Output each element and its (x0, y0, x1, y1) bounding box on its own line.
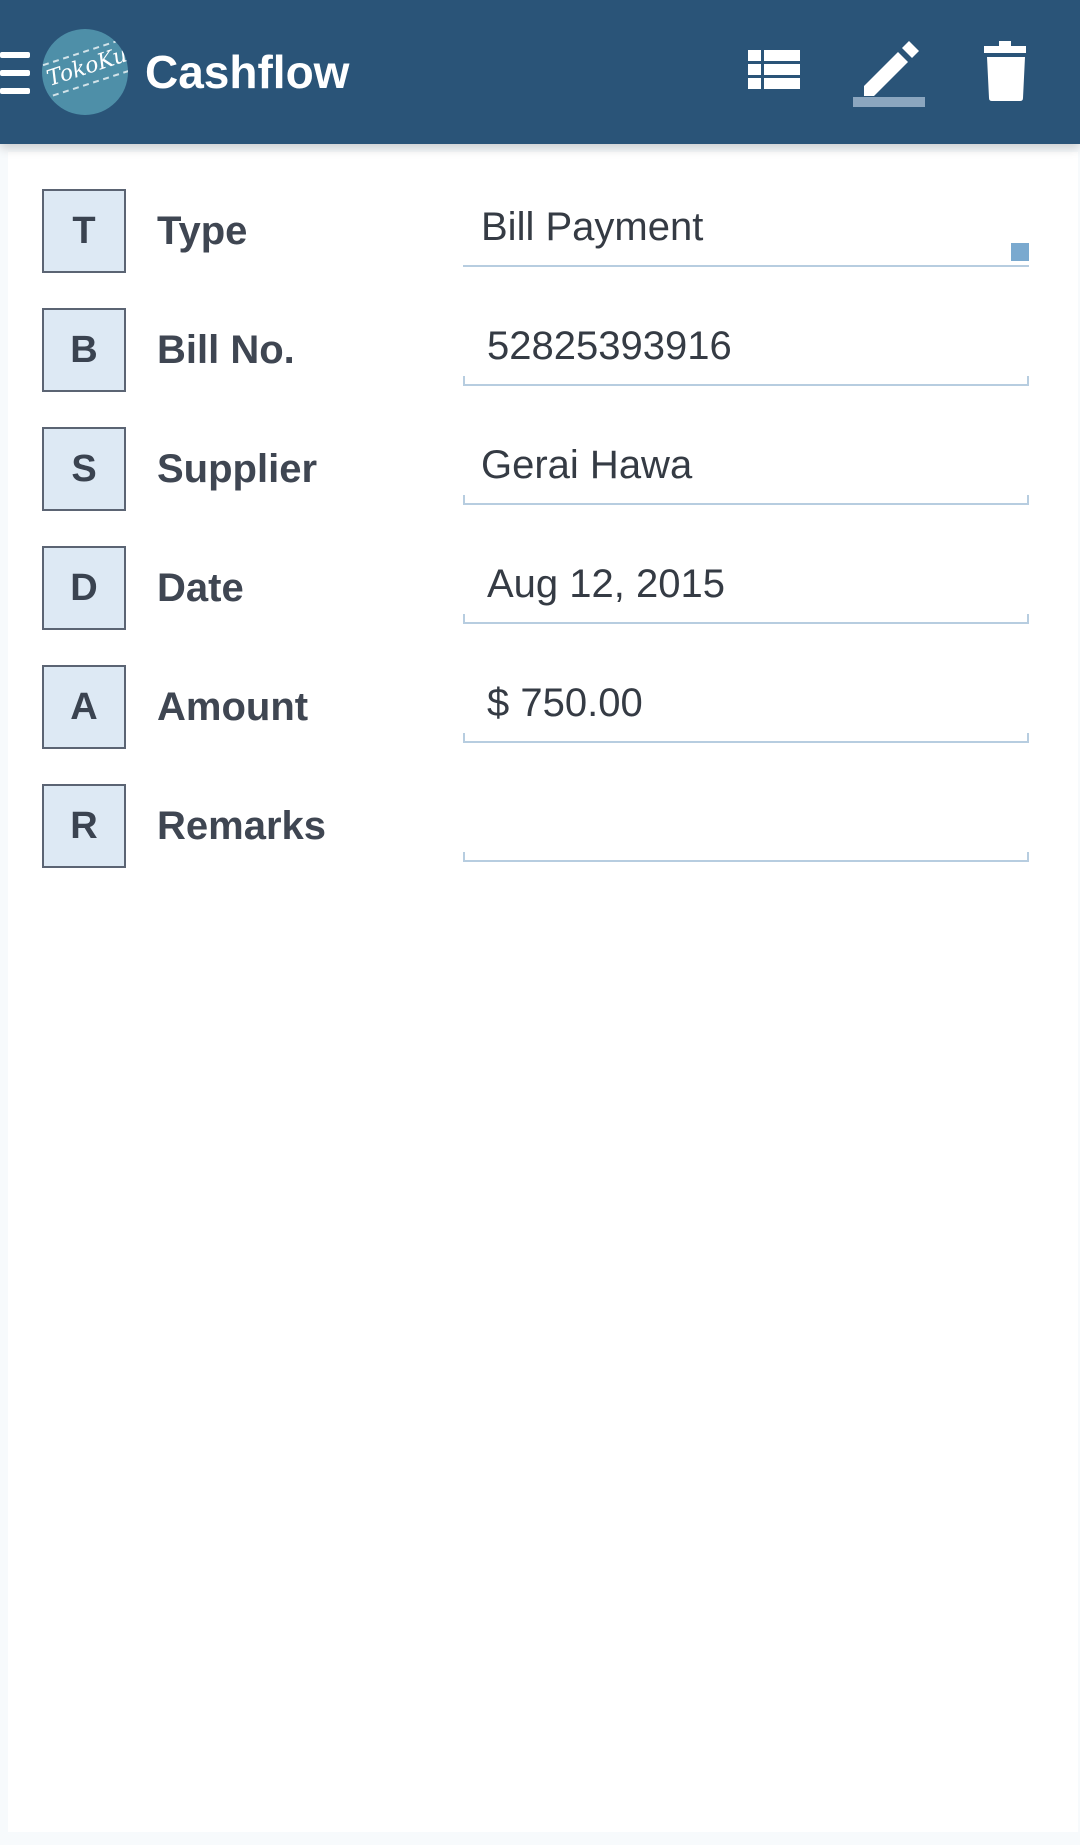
supplier-badge: S (42, 427, 126, 511)
bill-no-label: Bill No. (157, 328, 295, 372)
row-amount: A Amount $ 750.00 (0, 665, 1080, 749)
row-supplier: S Supplier Gerai Hawa (0, 427, 1080, 511)
list-button[interactable] (731, 26, 817, 112)
underline-tick-left (463, 852, 465, 862)
supplier-value: Gerai Hawa (481, 443, 693, 487)
bill-no-underline (463, 384, 1029, 386)
edit-active-indicator (853, 97, 925, 107)
row-remarks: R Remarks (0, 784, 1080, 868)
delete-icon (984, 41, 1026, 101)
type-underline (463, 265, 1029, 267)
menu-icon[interactable] (0, 52, 30, 94)
underline-tick-right (1027, 495, 1029, 505)
remarks-label: Remarks (157, 804, 327, 848)
type-select[interactable]: Bill Payment (463, 189, 1029, 267)
supplier-field[interactable]: Gerai Hawa (463, 427, 1029, 505)
underline-tick-left (463, 376, 465, 386)
dropdown-corner-icon (1011, 243, 1029, 261)
row-type: T Type Bill Payment (0, 189, 1080, 273)
list-icon (748, 50, 800, 89)
form-card (8, 152, 1078, 1832)
bill-no-field[interactable]: 52825393916 (463, 308, 1029, 386)
date-label: Date (157, 566, 244, 610)
underline-tick-right (1027, 733, 1029, 743)
remarks-badge: R (42, 784, 126, 868)
type-badge: T (42, 189, 126, 273)
date-field[interactable]: Aug 12, 2015 (463, 546, 1029, 624)
underline-tick-left (463, 733, 465, 743)
amount-field[interactable]: $ 750.00 (463, 665, 1029, 743)
date-value: Aug 12, 2015 (487, 562, 725, 606)
remarks-underline (463, 860, 1029, 862)
type-label: Type (157, 209, 248, 253)
supplier-underline (463, 503, 1029, 505)
row-bill-no: B Bill No. 52825393916 (0, 308, 1080, 392)
logo-text: TokoKu (42, 39, 128, 97)
amount-value: $ 750.00 (487, 681, 643, 725)
type-value: Bill Payment (481, 205, 704, 249)
app-title: Cashflow (145, 46, 350, 98)
underline-tick-right (1027, 376, 1029, 386)
app-bar: TokoKu Cashflow (0, 0, 1080, 144)
delete-button[interactable] (963, 26, 1049, 112)
underline-tick-left (463, 614, 465, 624)
amount-underline (463, 741, 1029, 743)
cashflow-form: T Type Bill Payment B Bill No. 528253939… (0, 144, 1080, 1845)
date-badge: D (42, 546, 126, 630)
row-date: D Date Aug 12, 2015 (0, 546, 1080, 630)
bill-no-value: 52825393916 (487, 324, 732, 368)
remarks-field[interactable] (463, 784, 1029, 862)
bill-no-badge: B (42, 308, 126, 392)
amount-label: Amount (157, 685, 309, 729)
supplier-label: Supplier (157, 447, 318, 491)
amount-badge: A (42, 665, 126, 749)
date-underline (463, 622, 1029, 624)
app-logo: TokoKu (42, 29, 128, 115)
underline-tick-right (1027, 852, 1029, 862)
underline-tick-left (463, 495, 465, 505)
underline-tick-right (1027, 614, 1029, 624)
